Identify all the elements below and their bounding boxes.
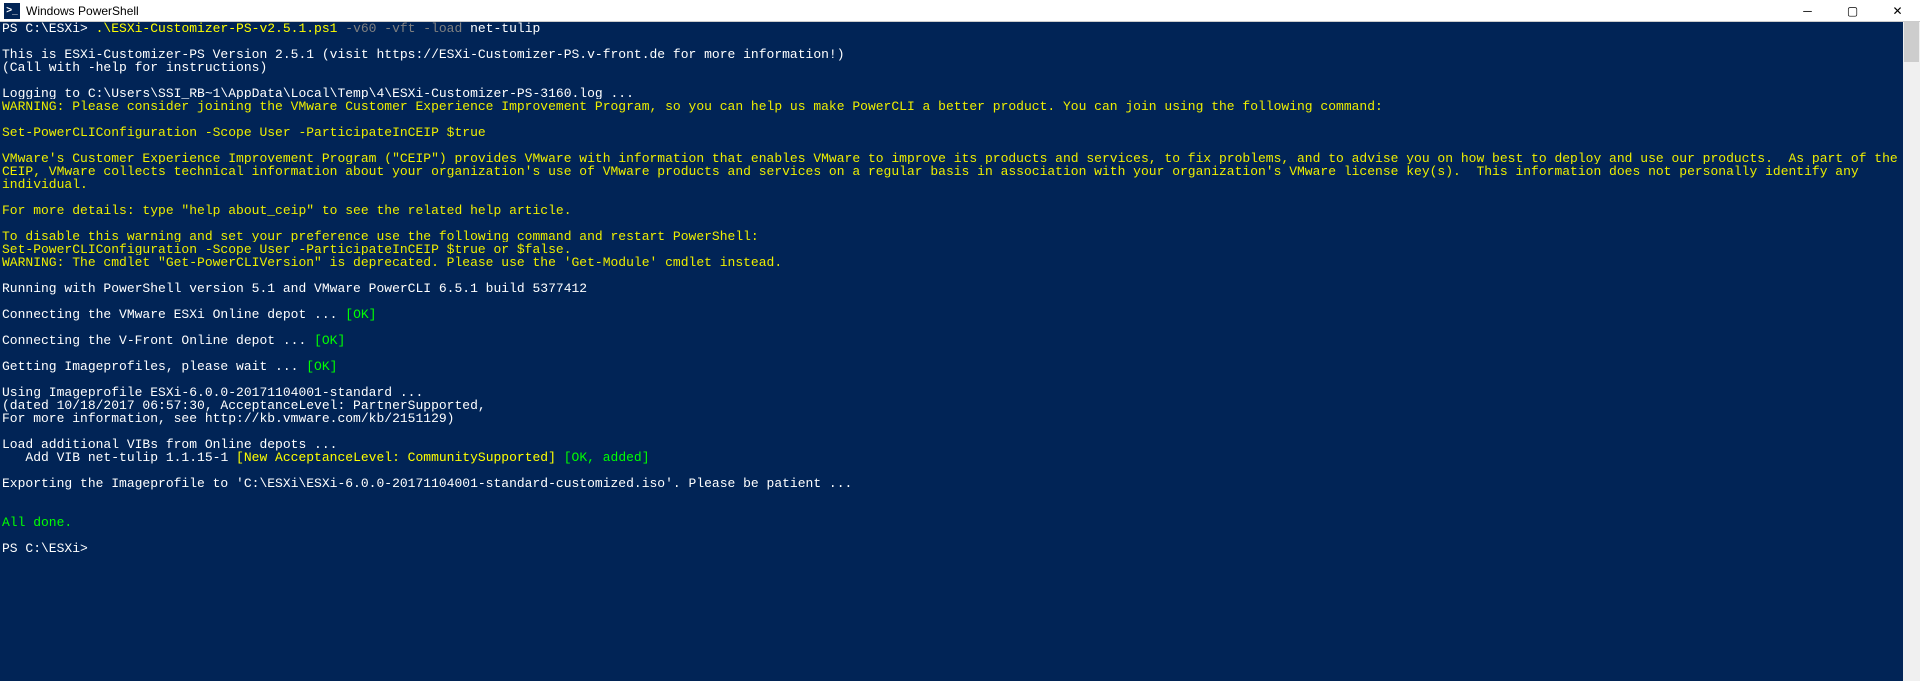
- close-button[interactable]: ✕: [1875, 0, 1920, 22]
- ok-status: [OK]: [345, 307, 376, 322]
- window-title: Windows PowerShell: [26, 5, 1785, 17]
- connect-esxi: Connecting the VMware ESXi Online depot …: [2, 308, 1920, 321]
- connect-vfront: Connecting the V-Front Online depot ... …: [2, 334, 1920, 347]
- cmd-args: -v60 -vft -load: [337, 22, 470, 36]
- ok-added: [OK, added]: [564, 450, 650, 465]
- warning-deprecated: WARNING: The cmdlet "Get-PowerCLIVersion…: [2, 255, 782, 270]
- intro-line-1: This is ESXi-Customizer-PS Version 2.5.1…: [2, 48, 1920, 61]
- connect-esxi-label: Connecting the VMware ESXi Online depot …: [2, 307, 345, 322]
- add-vib-pre: Add VIB net-tulip 1.1.15-1: [2, 450, 236, 465]
- all-done: All done.: [2, 516, 1920, 529]
- window-controls: ─ ▢ ✕: [1785, 0, 1920, 22]
- blank-line: [2, 490, 1920, 503]
- intro-line-2: (Call with -help for instructions): [2, 61, 1920, 74]
- ok-status: [OK]: [314, 333, 345, 348]
- warning-ceip-join: WARNING: Please consider joining the VMw…: [2, 99, 1383, 114]
- prompt-line: PS C:\ESXi>: [2, 542, 1920, 555]
- scrollbar[interactable]: [1903, 22, 1920, 681]
- add-vib-line: Add VIB net-tulip 1.1.15-1 [New Acceptan…: [2, 451, 1920, 464]
- connect-vfront-label: Connecting the V-Front Online depot ...: [2, 333, 314, 348]
- blank-line: [2, 503, 1920, 516]
- minimize-button[interactable]: ─: [1785, 0, 1830, 22]
- prompt: PS C:\ESXi>: [2, 22, 96, 36]
- running-version: Running with PowerShell version 5.1 and …: [2, 282, 1920, 295]
- powershell-icon: >_: [4, 3, 20, 19]
- get-imageprofiles: Getting Imageprofiles, please wait ... […: [2, 360, 1920, 373]
- warning-ceip-cmd: Set-PowerCLIConfiguration -Scope User -P…: [2, 125, 486, 140]
- blank-line: [2, 529, 1920, 542]
- terminal-area[interactable]: PS C:\ESXi> .\ESXi-Customizer-PS-v2.5.1.…: [0, 22, 1920, 681]
- cmd-script: .\ESXi-Customizer-PS-v2.5.1.ps1: [96, 22, 338, 36]
- using-profile-3: For more information, see http://kb.vmwa…: [2, 412, 1920, 425]
- command-line: PS C:\ESXi> .\ESXi-Customizer-PS-v2.5.1.…: [2, 22, 1920, 35]
- maximize-button[interactable]: ▢: [1830, 0, 1875, 22]
- warning-ceip-desc: VMware's Customer Experience Improvement…: [2, 151, 1906, 192]
- ok-status: [OK]: [306, 359, 337, 374]
- titlebar: >_ Windows PowerShell ─ ▢ ✕: [0, 0, 1920, 22]
- get-imageprofiles-label: Getting Imageprofiles, please wait ...: [2, 359, 306, 374]
- scrollbar-thumb[interactable]: [1904, 22, 1919, 62]
- sep: [556, 450, 564, 465]
- exporting-line: Exporting the Imageprofile to 'C:\ESXi\E…: [2, 477, 1920, 490]
- cmd-arg-val: net-tulip: [470, 22, 540, 36]
- add-vib-accept: [New AcceptanceLevel: CommunitySupported…: [236, 450, 556, 465]
- warning-ceip-details: For more details: type "help about_ceip"…: [2, 203, 572, 218]
